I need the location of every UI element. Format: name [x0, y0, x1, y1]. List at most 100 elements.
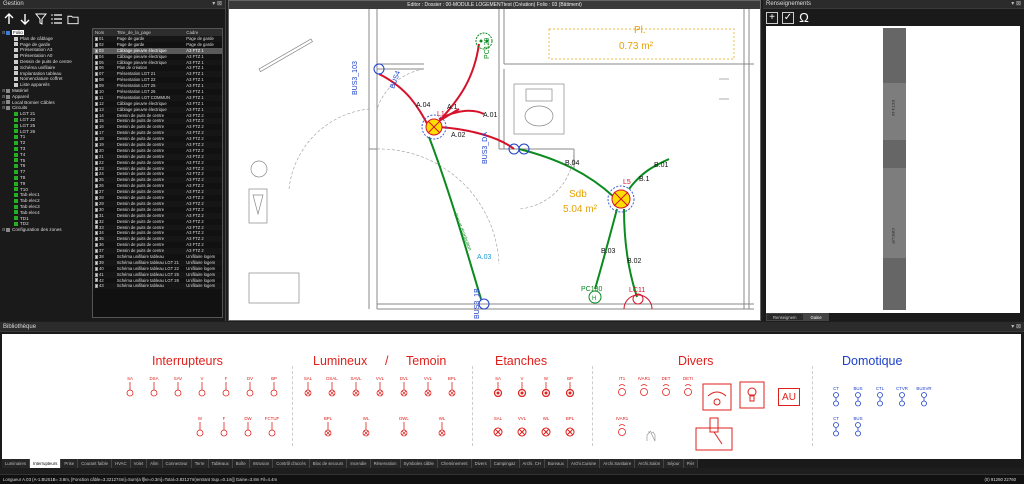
wire-a04[interactable]: [378, 73, 430, 128]
lumineux-symbol[interactable]: BPL: [320, 416, 336, 437]
domotique-symbol[interactable]: CT: [828, 416, 844, 437]
library-tab[interactable]: Terre: [191, 459, 209, 468]
library-tab[interactable]: Alim: [147, 459, 163, 468]
interrupteur-symbol[interactable]: DW: [240, 416, 256, 437]
library-tab[interactable]: Archi.Salon: [635, 459, 665, 468]
domotique-symbol[interactable]: BUSVR: [916, 386, 932, 407]
library-tab[interactable]: Courant faible: [78, 459, 112, 468]
luminaire-l5[interactable]: [607, 185, 635, 213]
arrow-up-icon[interactable]: [3, 12, 15, 26]
cd-box-icon[interactable]: [692, 414, 736, 454]
domotique-symbol[interactable]: BUS: [850, 416, 866, 437]
etanche-symbol[interactable]: SA: [490, 376, 506, 397]
library-tab[interactable]: Bloc de secours: [309, 459, 348, 468]
library-tab[interactable]: Interrupteurs: [30, 459, 62, 468]
col-nom[interactable]: Nom: [93, 29, 115, 36]
folder-icon: [14, 152, 18, 157]
ic-box-icon[interactable]: [737, 374, 767, 410]
library-tab[interactable]: Divers: [471, 459, 491, 468]
pin-icon[interactable]: ▾ ⊠: [212, 0, 222, 9]
pin-icon[interactable]: ▾ ⊠: [1011, 322, 1021, 332]
light-lc11[interactable]: [623, 293, 653, 310]
etanche-symbol[interactable]: BP: [562, 376, 578, 397]
etanche-symbol[interactable]: W: [538, 376, 554, 397]
interrupteur-symbol[interactable]: F: [218, 376, 234, 397]
interrupteur-symbol[interactable]: DSA: [146, 376, 162, 397]
lumineux-symbol[interactable]: DVL: [396, 376, 412, 397]
etanche-symbol[interactable]: SAL: [490, 416, 506, 437]
au-box[interactable]: AU: [778, 388, 800, 406]
interrupteur-symbol[interactable]: V: [194, 376, 210, 397]
library-tab[interactable]: Archi.Sanitaire: [600, 459, 636, 468]
interrupteur-symbol[interactable]: SA: [122, 376, 138, 397]
divers-symbol[interactable]: IVAR1: [636, 376, 652, 397]
pin-icon[interactable]: ▾ ⊠: [1011, 0, 1021, 9]
interrupteur-symbol[interactable]: FCTUF: [264, 416, 280, 437]
etanche-symbol[interactable]: WL: [538, 416, 554, 437]
library-tab[interactable]: Luminaires: [2, 459, 31, 468]
gaine-bar[interactable]: ECT4:16 CIRCUIT: [883, 28, 906, 310]
etanche-symbol[interactable]: V: [514, 376, 530, 397]
folder-icon[interactable]: [67, 12, 79, 26]
interrupteur-symbol[interactable]: W: [192, 416, 208, 437]
lumineux-symbol[interactable]: WL: [434, 416, 450, 437]
lumineux-symbol[interactable]: SAL: [300, 376, 316, 397]
col-cadre[interactable]: Cadre: [184, 29, 222, 36]
lumineux-symbol[interactable]: DSAL: [324, 376, 340, 397]
interrupteur-symbol[interactable]: F: [216, 416, 232, 437]
library-tab[interactable]: Contrôl d'accès: [273, 459, 310, 468]
library-tab[interactable]: Connecteur: [162, 459, 192, 468]
domotique-symbol[interactable]: BUS: [850, 386, 866, 407]
library-tab[interactable]: Intrusion: [249, 459, 274, 468]
divers-symbol[interactable]: DETI: [680, 376, 696, 397]
domotique-symbol[interactable]: CTL: [872, 386, 888, 407]
library-tab[interactable]: Bureaux: [544, 459, 568, 468]
lumineux-symbol[interactable]: BPL: [444, 376, 460, 397]
arrow-down-icon[interactable]: [19, 12, 31, 26]
lumineux-symbol[interactable]: DWL: [396, 416, 412, 437]
divers-symbol[interactable]: IVAR1: [614, 416, 630, 437]
library-tab[interactable]: Archi. CH: [519, 459, 545, 468]
lumineux-symbol[interactable]: VVL: [372, 376, 388, 397]
lumineux-symbol[interactable]: WL: [358, 416, 374, 437]
wire-b02[interactable]: [623, 208, 638, 298]
library-tab[interactable]: Volet: [130, 459, 148, 468]
library-tab[interactable]: Séjour: [664, 459, 684, 468]
domotique-symbol[interactable]: CT: [828, 386, 844, 407]
divers-symbol[interactable]: IT1: [614, 376, 630, 397]
divers-symbol[interactable]: DET: [658, 376, 674, 397]
interrupteur-symbol[interactable]: BP: [266, 376, 282, 397]
lumineux-symbol[interactable]: VVL: [420, 376, 436, 397]
omega-icon[interactable]: Ω: [798, 11, 810, 24]
library-tab[interactable]: Réservation: [370, 459, 401, 468]
etanche-symbol[interactable]: VVL: [514, 416, 530, 437]
add-icon[interactable]: +: [766, 12, 778, 24]
check-icon[interactable]: ✓: [782, 12, 794, 24]
tab-renseignements[interactable]: Renseignem: [766, 313, 804, 321]
lumineux-symbol[interactable]: SAVL: [348, 376, 364, 397]
filter-icon[interactable]: [35, 12, 47, 26]
library-tab[interactable]: Boîte: [232, 459, 250, 468]
tc-box-icon[interactable]: [702, 376, 732, 412]
library-tab[interactable]: Incendie: [347, 459, 371, 468]
floor-plan-canvas[interactable]: Pl. 0.73 m² Sdb 5.04 m² H A.04 A.1 A.01 …: [229, 9, 760, 320]
library-tab[interactable]: Cheminement: [437, 459, 472, 468]
interrupteur-symbol[interactable]: SAV: [170, 376, 186, 397]
interrupteur-symbol[interactable]: DV: [242, 376, 258, 397]
library-tab[interactable]: Tableaux: [208, 459, 233, 468]
col-titre[interactable]: Titre_de_la_page: [115, 29, 184, 36]
library-tab[interactable]: HVAC: [111, 459, 131, 468]
domotique-symbol[interactable]: CTVR: [894, 386, 910, 407]
tree-node[interactable]: ⊟ Configuration des zones: [2, 227, 90, 233]
wire-b04[interactable]: [518, 148, 615, 198]
library-tab[interactable]: Campingaz: [490, 459, 520, 468]
etanche-symbol[interactable]: BPL: [562, 416, 578, 437]
library-tab[interactable]: Symboles câble: [400, 459, 438, 468]
hand-icon[interactable]: [644, 429, 658, 443]
library-tab[interactable]: Pièr: [683, 459, 699, 468]
table-row[interactable]: 43 Schéma unifilaire tableau Unifilaire lo…: [93, 283, 222, 290]
list-icon[interactable]: [51, 12, 63, 26]
library-tab[interactable]: Prise: [61, 459, 79, 468]
tab-gaine[interactable]: Gaine: [803, 313, 829, 321]
library-tab[interactable]: Archi.Cuisine: [567, 459, 601, 468]
